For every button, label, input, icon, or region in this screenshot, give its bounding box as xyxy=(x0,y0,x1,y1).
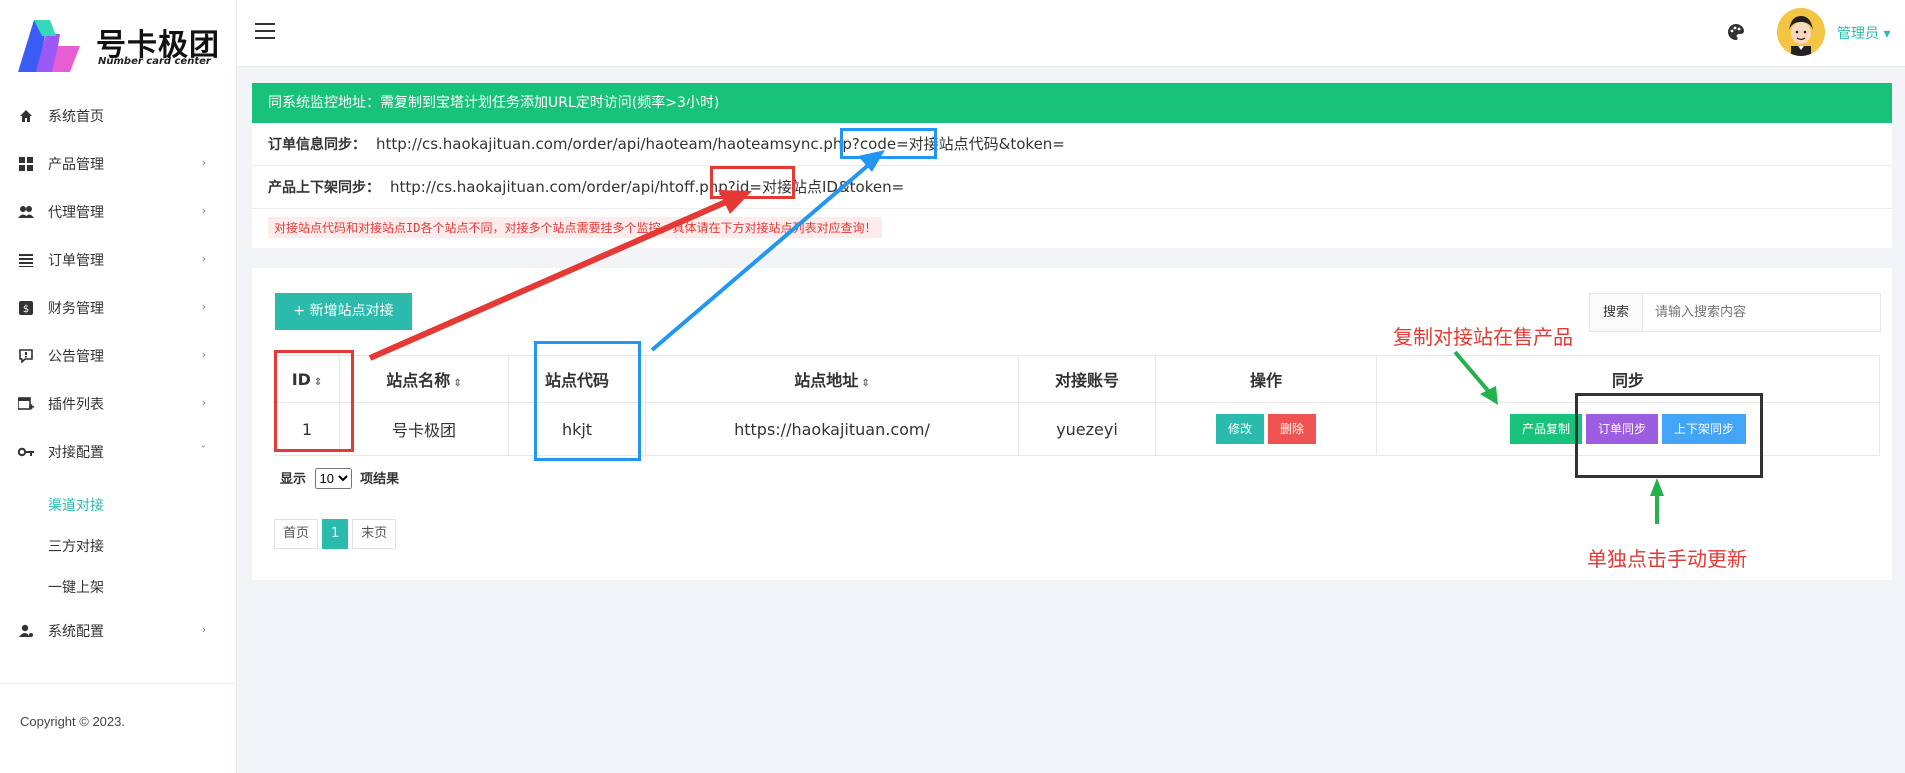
grid-icon xyxy=(18,156,34,172)
annotation-copy-note: 复制对接站在售产品 xyxy=(1393,325,1573,349)
sidebar-item-plugins[interactable]: 插件列表 › xyxy=(0,380,236,428)
add-site-button[interactable]: + 新增站点对接 xyxy=(275,293,412,330)
logo[interactable]: 号卡极团 Number card center xyxy=(16,16,226,74)
page-length: 显示 10 项结果 xyxy=(280,468,399,489)
sidebar-item-label: 插件列表 xyxy=(48,397,104,413)
admin-menu[interactable]: 管理员 ▾ xyxy=(1837,23,1890,43)
home-icon xyxy=(18,108,34,124)
sidebar-item-integration[interactable]: 对接配置 ˇ xyxy=(0,428,236,476)
palette-icon[interactable] xyxy=(1727,23,1745,46)
sidebar-item-label: 对接配置 xyxy=(48,445,104,461)
delete-button[interactable]: 删除 xyxy=(1268,414,1317,444)
sidebar-nav: 系统首页 产品管理 › 代理管理 › 订单管理 › $ 财务管理 › 公告管理 … xyxy=(0,92,236,655)
chevron-right-icon: › xyxy=(201,348,206,361)
cell-actions: 修改 删除 xyxy=(1155,402,1377,456)
dollar-icon: $ xyxy=(18,300,34,316)
announcement-icon xyxy=(18,348,34,364)
sidebar-item-label: 系统配置 xyxy=(48,624,104,640)
chevron-right-icon: › xyxy=(201,300,206,313)
sidebar: 号卡极团 Number card center 系统首页 产品管理 › 代理管理… xyxy=(0,0,237,773)
sort-icon: ⇕ xyxy=(861,378,870,389)
edit-button[interactable]: 修改 xyxy=(1215,414,1264,444)
product-sync-url-b[interactable]: &token= xyxy=(838,178,904,196)
annotation-manual-note: 单独点击手动更新 xyxy=(1587,547,1747,571)
search-input[interactable] xyxy=(1643,294,1880,331)
cell-url: https://haokajituan.com/ xyxy=(645,402,1019,456)
last-page-button[interactable]: 末页 xyxy=(352,519,397,549)
sidebar-item-agents[interactable]: 代理管理 › xyxy=(0,188,236,236)
order-sync-row: 订单信息同步： http://cs.haokajituan.com/order/a… xyxy=(252,123,1892,166)
sidebar-subitem-third-party[interactable]: 三方对接 xyxy=(0,525,236,566)
sidebar-item-label: 系统首页 xyxy=(48,109,104,125)
logo-mark-icon xyxy=(18,20,80,72)
sidebar-item-label: 产品管理 xyxy=(48,157,104,173)
chevron-right-icon: › xyxy=(201,156,206,169)
user-settings-icon xyxy=(18,623,34,639)
admin-label: 管理员 xyxy=(1837,26,1879,42)
product-sync-url-a[interactable]: http://cs.haokajituan.com/order/api/htof… xyxy=(390,178,762,196)
sidebar-item-orders[interactable]: 订单管理 › xyxy=(0,236,236,284)
cell-account: yuezeyi xyxy=(1018,402,1156,456)
sidebar-subitem-one-click[interactable]: 一键上架 xyxy=(0,566,236,607)
first-page-button[interactable]: 首页 xyxy=(274,519,319,549)
cell-name: 号卡极团 xyxy=(339,402,509,456)
column-account: 对接账号 xyxy=(1018,355,1156,403)
list-icon xyxy=(18,252,34,268)
search-label: 搜索 xyxy=(1590,294,1643,331)
caret-down-icon: ▾ xyxy=(1883,26,1891,42)
svg-text:$: $ xyxy=(23,304,29,315)
sync-notice-panel: 同系统监控地址：需复制到宝塔计划任务添加URL定时访问(频率>3小时) 订单信息… xyxy=(252,83,1892,248)
copyright: Copyright © 2023. xyxy=(0,683,236,729)
users-icon xyxy=(18,204,34,220)
sidebar-item-products[interactable]: 产品管理 › xyxy=(0,140,236,188)
sidebar-item-finance[interactable]: $ 财务管理 › xyxy=(0,284,236,332)
order-sync-label: 订单信息同步： xyxy=(268,137,366,153)
chevron-right-icon: › xyxy=(201,396,206,409)
annotation-box-id xyxy=(274,350,354,452)
order-sync-url-b[interactable]: &token= xyxy=(999,135,1065,153)
chevron-right-icon: › xyxy=(201,623,206,636)
length-suffix: 项结果 xyxy=(360,472,400,487)
menu-toggle-icon[interactable] xyxy=(255,23,275,44)
sidebar-subitem-channel[interactable]: 渠道对接 xyxy=(0,484,236,525)
annotation-box-url-id xyxy=(710,166,795,199)
sidebar-item-announcements[interactable]: 公告管理 › xyxy=(0,332,236,380)
column-name[interactable]: 站点名称 ⇕ xyxy=(339,355,509,403)
avatar[interactable] xyxy=(1777,8,1825,56)
product-sync-label: 产品上下架同步： xyxy=(268,180,380,196)
column-url[interactable]: 站点地址 ⇕ xyxy=(645,355,1019,403)
annotation-box-sync xyxy=(1575,393,1763,478)
warning-note: 对接站点代码和对接站点ID各个站点不同，对接多个站点需要挂多个监控，具体请在下方… xyxy=(268,217,883,238)
chevron-down-icon: ˇ xyxy=(200,444,207,457)
page-1-button[interactable]: 1 xyxy=(322,519,349,549)
chevron-right-icon: › xyxy=(201,204,206,217)
key-icon xyxy=(18,444,34,460)
column-actions: 操作 xyxy=(1155,355,1377,403)
annotation-box-url-code xyxy=(840,128,937,159)
sidebar-item-home[interactable]: 系统首页 xyxy=(0,92,236,140)
copy-products-button[interactable]: 产品复制 xyxy=(1509,414,1582,444)
sidebar-item-label: 代理管理 xyxy=(48,205,104,221)
sidebar-item-label: 财务管理 xyxy=(48,301,104,317)
order-sync-url-a[interactable]: http://cs.haokajituan.com/order/api/haot… xyxy=(376,135,909,153)
product-sync-row: 产品上下架同步： http://cs.haokajituan.com/order/… xyxy=(252,166,1892,209)
chevron-right-icon: › xyxy=(201,252,206,265)
search-box: 搜索 xyxy=(1589,293,1881,332)
pagination: 首页 1 末页 xyxy=(274,519,400,549)
sort-icon: ⇕ xyxy=(453,378,462,389)
plugin-icon xyxy=(18,396,34,412)
page-length-select[interactable]: 10 xyxy=(314,468,352,489)
top-bar: 管理员 ▾ xyxy=(237,0,1905,67)
logo-subtitle: Number card center xyxy=(98,56,211,67)
length-prefix: 显示 xyxy=(280,472,307,487)
annotation-box-code xyxy=(534,341,641,461)
notice-bar: 同系统监控地址：需复制到宝塔计划任务添加URL定时访问(频率>3小时) xyxy=(252,83,1892,123)
sidebar-item-label: 公告管理 xyxy=(48,349,104,365)
sidebar-item-system[interactable]: 系统配置 › xyxy=(0,607,236,655)
sidebar-item-label: 订单管理 xyxy=(48,253,104,269)
